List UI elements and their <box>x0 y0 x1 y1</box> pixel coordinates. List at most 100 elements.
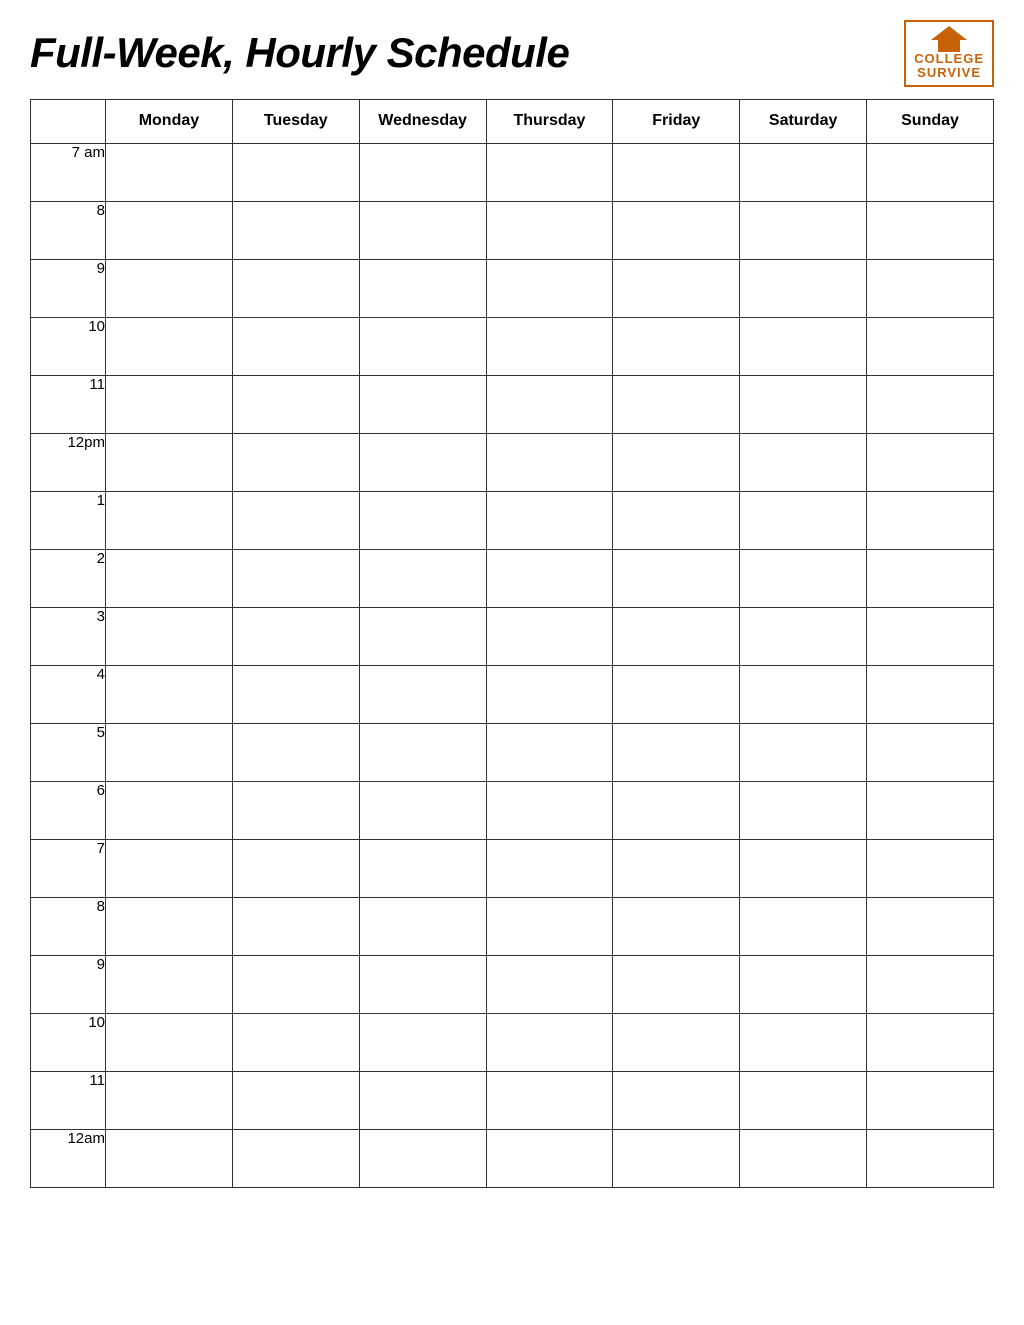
schedule-cell[interactable] <box>867 1013 994 1071</box>
schedule-cell[interactable] <box>740 839 867 897</box>
schedule-cell[interactable] <box>359 491 486 549</box>
schedule-cell[interactable] <box>867 143 994 201</box>
schedule-cell[interactable] <box>359 781 486 839</box>
schedule-cell[interactable] <box>740 1129 867 1187</box>
schedule-cell[interactable] <box>486 549 613 607</box>
schedule-cell[interactable] <box>740 549 867 607</box>
schedule-cell[interactable] <box>867 375 994 433</box>
schedule-cell[interactable] <box>232 723 359 781</box>
schedule-cell[interactable] <box>359 665 486 723</box>
schedule-cell[interactable] <box>232 781 359 839</box>
schedule-cell[interactable] <box>740 375 867 433</box>
schedule-cell[interactable] <box>486 955 613 1013</box>
schedule-cell[interactable] <box>106 317 233 375</box>
schedule-cell[interactable] <box>232 839 359 897</box>
schedule-cell[interactable] <box>359 607 486 665</box>
schedule-cell[interactable] <box>106 1071 233 1129</box>
schedule-cell[interactable] <box>486 201 613 259</box>
schedule-cell[interactable] <box>740 143 867 201</box>
schedule-cell[interactable] <box>359 1013 486 1071</box>
schedule-cell[interactable] <box>867 607 994 665</box>
schedule-cell[interactable] <box>613 665 740 723</box>
schedule-cell[interactable] <box>740 723 867 781</box>
schedule-cell[interactable] <box>867 1129 994 1187</box>
schedule-cell[interactable] <box>106 723 233 781</box>
schedule-cell[interactable] <box>740 955 867 1013</box>
schedule-cell[interactable] <box>740 607 867 665</box>
schedule-cell[interactable] <box>106 201 233 259</box>
schedule-cell[interactable] <box>867 897 994 955</box>
schedule-cell[interactable] <box>359 201 486 259</box>
schedule-cell[interactable] <box>867 723 994 781</box>
schedule-cell[interactable] <box>486 491 613 549</box>
schedule-cell[interactable] <box>740 897 867 955</box>
schedule-cell[interactable] <box>232 607 359 665</box>
schedule-cell[interactable] <box>359 897 486 955</box>
schedule-cell[interactable] <box>232 259 359 317</box>
schedule-cell[interactable] <box>867 201 994 259</box>
schedule-cell[interactable] <box>486 317 613 375</box>
schedule-cell[interactable] <box>359 955 486 1013</box>
schedule-cell[interactable] <box>106 143 233 201</box>
schedule-cell[interactable] <box>613 723 740 781</box>
schedule-cell[interactable] <box>106 955 233 1013</box>
schedule-cell[interactable] <box>740 781 867 839</box>
schedule-cell[interactable] <box>106 259 233 317</box>
schedule-cell[interactable] <box>359 433 486 491</box>
schedule-cell[interactable] <box>613 897 740 955</box>
schedule-cell[interactable] <box>867 955 994 1013</box>
schedule-cell[interactable] <box>613 1013 740 1071</box>
schedule-cell[interactable] <box>359 1129 486 1187</box>
schedule-cell[interactable] <box>740 201 867 259</box>
schedule-cell[interactable] <box>232 1129 359 1187</box>
schedule-cell[interactable] <box>740 433 867 491</box>
schedule-cell[interactable] <box>232 1071 359 1129</box>
schedule-cell[interactable] <box>613 781 740 839</box>
schedule-cell[interactable] <box>486 839 613 897</box>
schedule-cell[interactable] <box>613 549 740 607</box>
schedule-cell[interactable] <box>613 375 740 433</box>
schedule-cell[interactable] <box>232 549 359 607</box>
schedule-cell[interactable] <box>486 781 613 839</box>
schedule-cell[interactable] <box>106 491 233 549</box>
schedule-cell[interactable] <box>232 665 359 723</box>
schedule-cell[interactable] <box>613 839 740 897</box>
schedule-cell[interactable] <box>359 143 486 201</box>
schedule-cell[interactable] <box>613 143 740 201</box>
schedule-cell[interactable] <box>867 1071 994 1129</box>
schedule-cell[interactable] <box>486 433 613 491</box>
schedule-cell[interactable] <box>613 259 740 317</box>
schedule-cell[interactable] <box>740 665 867 723</box>
schedule-cell[interactable] <box>232 375 359 433</box>
schedule-cell[interactable] <box>740 1013 867 1071</box>
schedule-cell[interactable] <box>359 723 486 781</box>
schedule-cell[interactable] <box>232 143 359 201</box>
schedule-cell[interactable] <box>232 317 359 375</box>
schedule-cell[interactable] <box>359 375 486 433</box>
schedule-cell[interactable] <box>867 665 994 723</box>
schedule-cell[interactable] <box>486 607 613 665</box>
schedule-cell[interactable] <box>359 317 486 375</box>
schedule-cell[interactable] <box>613 1129 740 1187</box>
schedule-cell[interactable] <box>106 781 233 839</box>
schedule-cell[interactable] <box>359 549 486 607</box>
schedule-cell[interactable] <box>106 433 233 491</box>
schedule-cell[interactable] <box>486 897 613 955</box>
schedule-cell[interactable] <box>106 665 233 723</box>
schedule-cell[interactable] <box>106 1129 233 1187</box>
schedule-cell[interactable] <box>613 955 740 1013</box>
schedule-cell[interactable] <box>867 317 994 375</box>
schedule-cell[interactable] <box>613 433 740 491</box>
schedule-cell[interactable] <box>232 955 359 1013</box>
schedule-cell[interactable] <box>106 375 233 433</box>
schedule-cell[interactable] <box>359 259 486 317</box>
schedule-cell[interactable] <box>106 607 233 665</box>
schedule-cell[interactable] <box>867 781 994 839</box>
schedule-cell[interactable] <box>740 1071 867 1129</box>
schedule-cell[interactable] <box>486 723 613 781</box>
schedule-cell[interactable] <box>867 839 994 897</box>
schedule-cell[interactable] <box>867 259 994 317</box>
schedule-cell[interactable] <box>106 549 233 607</box>
schedule-cell[interactable] <box>232 433 359 491</box>
schedule-cell[interactable] <box>232 491 359 549</box>
